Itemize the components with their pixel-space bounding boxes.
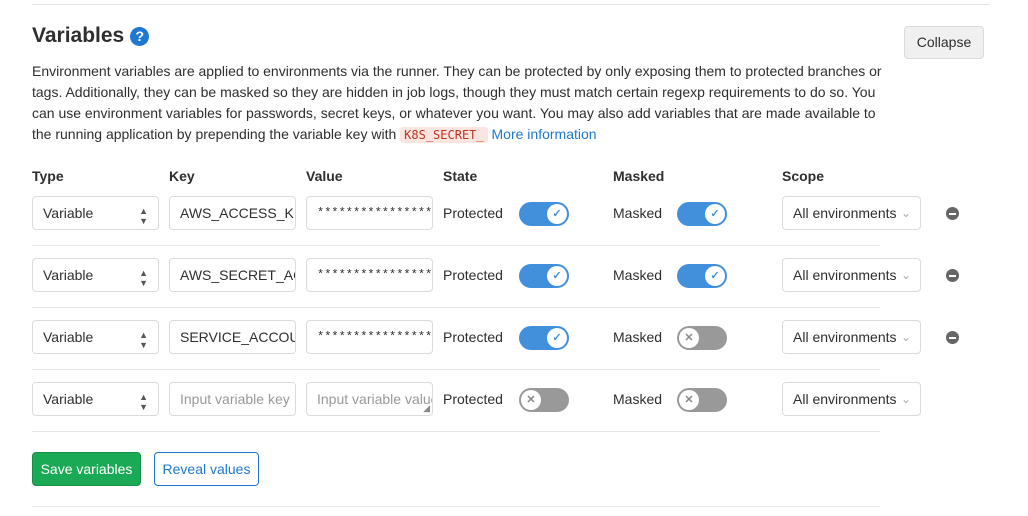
variable-type-select[interactable]: Variable ▲ ▼ [32, 258, 159, 292]
top-divider [32, 4, 990, 5]
scope-value: All environments [793, 329, 897, 345]
variable-type-value: Variable [43, 391, 94, 407]
protected-toggle[interactable]: ✕ [519, 388, 569, 412]
reveal-values-button[interactable]: Reveal values [154, 452, 259, 486]
variable-type-select[interactable]: Variable ▲ ▼ [32, 320, 159, 354]
masked-label: Masked [613, 205, 663, 221]
variable-key-input[interactable]: AWS_SECRET_ACCESS_KEY [169, 258, 296, 292]
masked-toggle[interactable]: ✓ [677, 202, 727, 226]
masked-label: Masked [613, 391, 663, 407]
remove-variable-icon[interactable] [946, 331, 959, 344]
x-icon: ✕ [679, 390, 699, 410]
environment-scope-dropdown[interactable]: All environments ⌄ [782, 382, 921, 416]
select-arrows-icon: ▲ ▼ [139, 268, 148, 288]
remove-variable-icon[interactable] [946, 207, 959, 220]
collapse-button[interactable]: Collapse [904, 26, 984, 59]
protected-toggle[interactable]: ✓ [519, 264, 569, 288]
resize-handle-icon[interactable]: ◢ [423, 404, 430, 413]
variable-value-input[interactable]: ****************** [306, 258, 433, 292]
environment-scope-dropdown[interactable]: All environments ⌄ [782, 196, 921, 230]
variable-type-value: Variable [43, 205, 94, 221]
header-key: Key [169, 168, 195, 184]
environment-scope-dropdown[interactable]: All environments ⌄ [782, 258, 921, 292]
environment-scope-dropdown[interactable]: All environments ⌄ [782, 320, 921, 354]
masked-toggle[interactable]: ✕ [677, 388, 727, 412]
protected-toggle[interactable]: ✓ [519, 326, 569, 350]
protected-label: Protected [443, 267, 503, 283]
chevron-down-icon: ⌄ [900, 330, 911, 344]
help-icon[interactable]: ? [130, 26, 150, 46]
x-icon: ✕ [679, 328, 699, 348]
new-variable-row: Variable ▲ ▼ Input variable key Input vari… [32, 370, 992, 432]
protected-label: Protected [443, 205, 503, 221]
value-placeholder: Input variable value [317, 391, 433, 407]
chevron-down-icon: ⌄ [900, 206, 911, 220]
protected-label: Protected [443, 391, 503, 407]
bottom-divider [32, 506, 880, 507]
remove-variable-icon[interactable] [946, 269, 959, 282]
header-scope: Scope [782, 168, 825, 184]
masked-label: Masked [613, 267, 663, 283]
select-arrows-icon: ▲ ▼ [139, 330, 148, 350]
variable-type-value: Variable [43, 267, 94, 283]
variable-row: Variable ▲▼ SERVICE_ACCOUNT *************… [32, 308, 992, 370]
variable-key-input[interactable]: Input variable key [169, 382, 296, 416]
variable-value-textarea[interactable]: Input variable value ◢ [306, 382, 433, 416]
save-variables-button[interactable]: Save variables [32, 452, 141, 486]
check-icon: ✓ [547, 266, 567, 286]
variable-key-input[interactable]: AWS_ACCESS_KEY_ID [169, 196, 296, 230]
variable-row: Variable ▲▼ AWS_ACCESS_KEY_ID ***********… [32, 184, 992, 246]
section-description: Environment variables are applied to env… [32, 61, 894, 146]
k8s-secret-code: K8S_SECRET_ [400, 127, 488, 143]
header-masked: Masked [613, 168, 665, 184]
more-information-link[interactable]: More information [492, 126, 597, 142]
header-value: Value [306, 168, 343, 184]
variable-value-input[interactable]: ****************** [306, 196, 433, 230]
variable-key-input[interactable]: SERVICE_ACCOUNT [169, 320, 296, 354]
protected-toggle[interactable]: ✓ [519, 202, 569, 226]
scope-value: All environments [793, 205, 897, 221]
protected-label: Protected [443, 329, 503, 345]
x-icon: ✕ [521, 390, 541, 410]
chevron-down-icon: ⌄ [900, 268, 911, 282]
variable-value-input[interactable]: ****************** [306, 320, 433, 354]
check-icon: ✓ [705, 266, 725, 286]
variable-type-select[interactable]: Variable ▲ ▼ [32, 196, 159, 230]
header-state: State [443, 168, 478, 184]
scope-value: All environments [793, 391, 897, 407]
check-icon: ✓ [705, 204, 725, 224]
header-type: Type [32, 168, 64, 184]
masked-toggle[interactable]: ✕ [677, 326, 727, 350]
select-arrows-icon: ▲ ▼ [139, 392, 148, 412]
masked-toggle[interactable]: ✓ [677, 264, 727, 288]
section-title: Variables [32, 24, 125, 47]
row-divider [32, 431, 880, 432]
check-icon: ✓ [547, 328, 567, 348]
chevron-down-icon: ⌄ [900, 392, 911, 406]
masked-label: Masked [613, 329, 663, 345]
variable-type-value: Variable [43, 329, 94, 345]
section-header: Variables ? [32, 24, 150, 48]
variable-row: Variable ▲▼ AWS_SECRET_ACCESS_KEY *******… [32, 246, 992, 308]
select-arrows-icon: ▲ ▼ [139, 206, 148, 226]
scope-value: All environments [793, 267, 897, 283]
check-icon: ✓ [547, 204, 567, 224]
variable-type-select[interactable]: Variable ▲ ▼ [32, 382, 159, 416]
